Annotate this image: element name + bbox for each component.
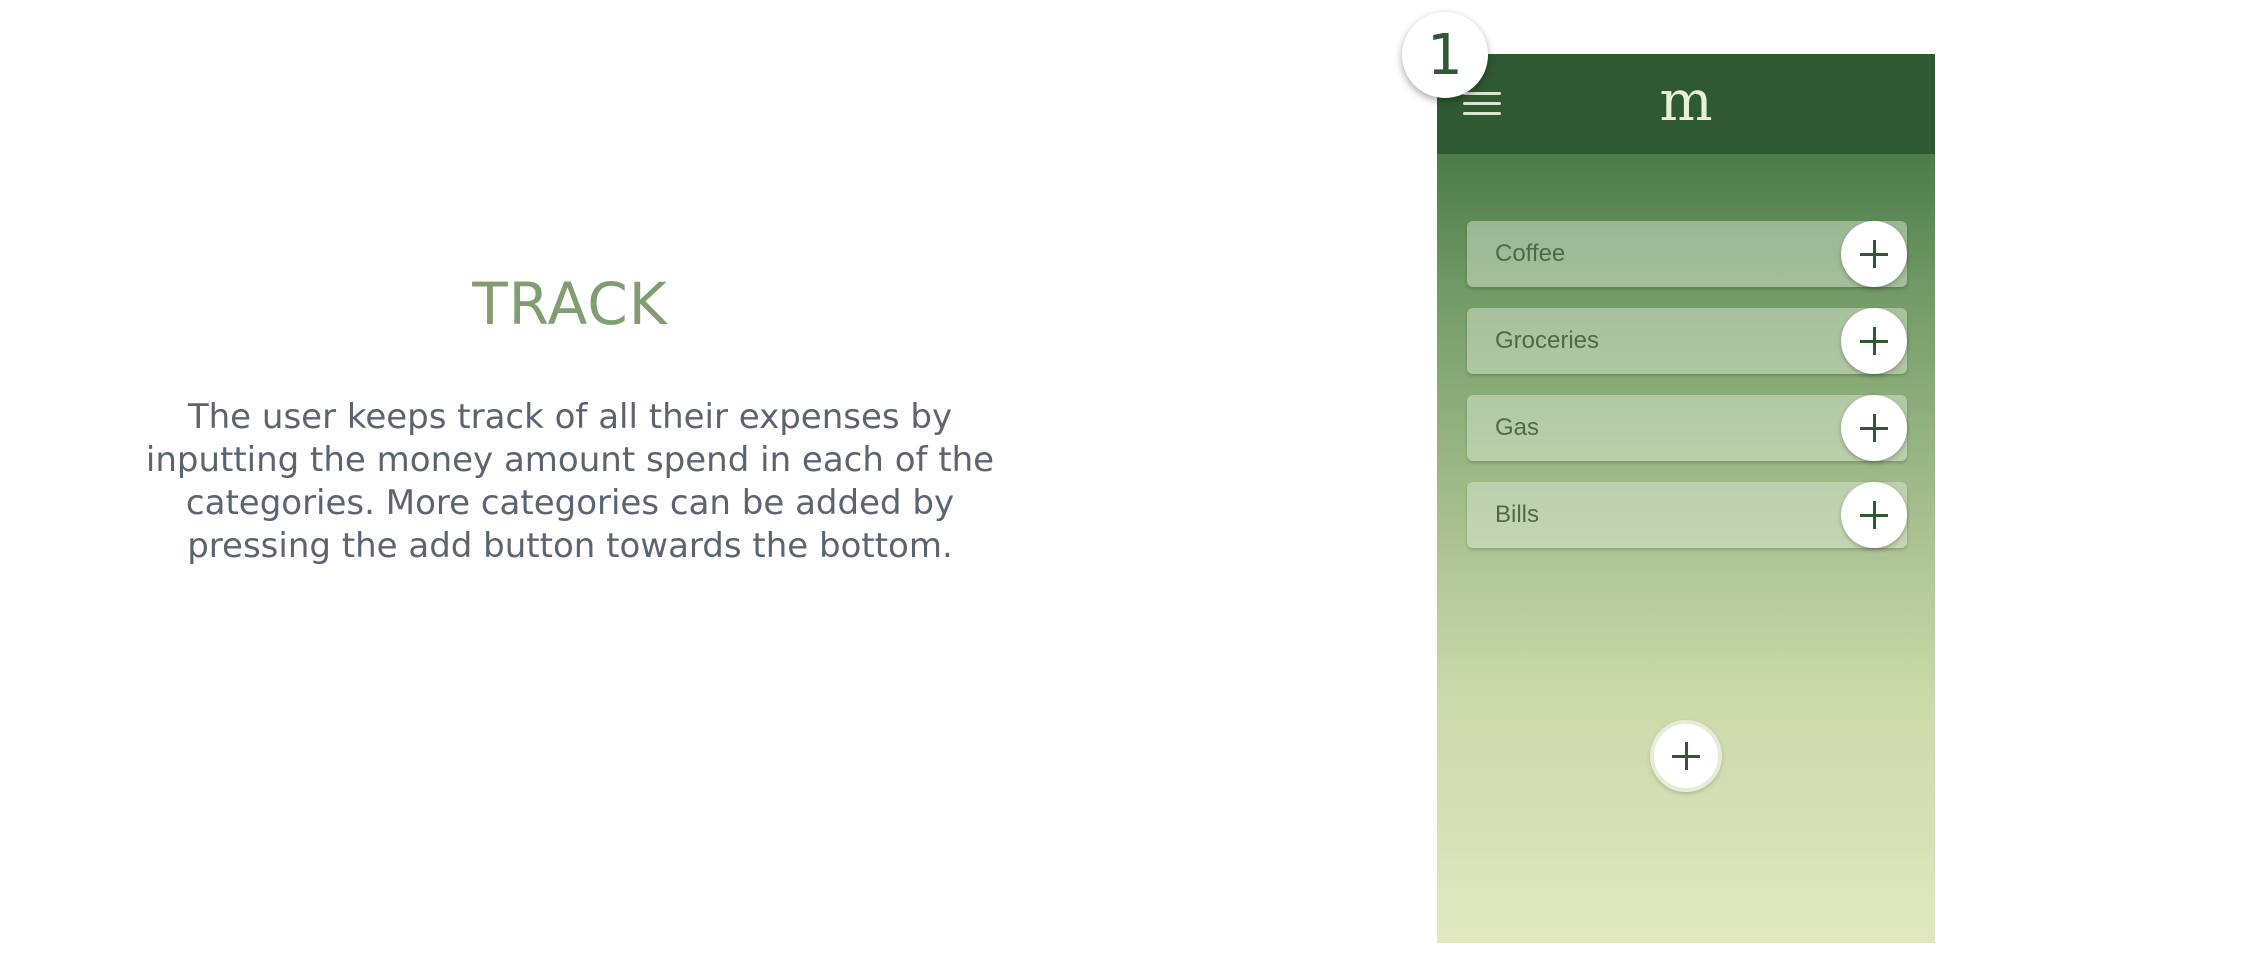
category-item-gas[interactable]: Gas bbox=[1467, 395, 1907, 461]
plus-icon bbox=[1860, 240, 1888, 268]
category-item-groceries[interactable]: Groceries bbox=[1467, 308, 1907, 374]
category-label: Gas bbox=[1495, 414, 1540, 441]
phone-screen: m Coffee Groceries Gas Bills bbox=[1437, 54, 1935, 943]
category-label: Coffee bbox=[1495, 240, 1566, 267]
add-expense-button-gas[interactable] bbox=[1841, 395, 1907, 461]
plus-icon bbox=[1860, 501, 1888, 529]
plus-icon bbox=[1860, 327, 1888, 355]
category-item-bills[interactable]: Bills bbox=[1467, 482, 1907, 548]
category-item-coffee[interactable]: Coffee bbox=[1467, 221, 1907, 287]
add-expense-button-groceries[interactable] bbox=[1841, 308, 1907, 374]
add-expense-button-coffee[interactable] bbox=[1841, 221, 1907, 287]
plus-icon bbox=[1860, 414, 1888, 442]
app-bar: m bbox=[1437, 54, 1935, 154]
category-list: Coffee Groceries Gas Bills bbox=[1467, 221, 1907, 569]
category-label: Bills bbox=[1495, 501, 1540, 528]
plus-icon bbox=[1672, 742, 1700, 770]
section-description: The user keeps track of all their expens… bbox=[145, 397, 995, 566]
description-panel: TRACK The user keeps track of all their … bbox=[110, 270, 1030, 568]
app-logo: m bbox=[1659, 69, 1713, 134]
add-expense-button-bills[interactable] bbox=[1841, 482, 1907, 548]
add-category-button[interactable] bbox=[1650, 720, 1722, 792]
step-number-badge: 1 bbox=[1402, 12, 1488, 98]
category-label: Groceries bbox=[1495, 327, 1600, 354]
section-title: TRACK bbox=[472, 270, 668, 338]
